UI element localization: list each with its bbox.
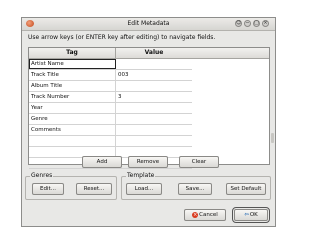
table-row[interactable]: Track Number 3 [29, 92, 192, 103]
clear-button[interactable]: Clear [179, 156, 219, 168]
tag-cell[interactable]: Track Title [29, 70, 116, 80]
tag-cell[interactable] [29, 136, 116, 146]
instructions-text: Use arrow keys (or ENTER key after editi… [28, 34, 216, 41]
tag-cell[interactable]: Track Number [29, 92, 116, 102]
table-row[interactable]: Album Title [29, 81, 192, 92]
remove-button[interactable]: Remove [128, 156, 168, 168]
value-cell[interactable] [116, 103, 192, 113]
value-cell[interactable] [116, 114, 192, 124]
genres-frame: Genres Edit... Reset... [25, 172, 117, 200]
tag-cell[interactable]: Album Title [29, 81, 116, 91]
table-header: Tag Value [29, 48, 269, 59]
tag-cell[interactable]: Genre [29, 114, 116, 124]
tag-cell[interactable]: Comments [29, 125, 116, 135]
value-cell[interactable] [116, 136, 192, 146]
title-bar: Edit Metadata ☺ − □ × [22, 18, 275, 31]
load-template-button[interactable]: Load... [126, 183, 162, 195]
table-row[interactable]: Comments [29, 125, 192, 136]
cancel-label: Cancel [199, 212, 218, 218]
template-label: Template [126, 172, 156, 179]
tag-cell[interactable]: Year [29, 103, 116, 113]
edit-metadata-dialog: Edit Metadata ☺ − □ × Use arrow keys (or… [21, 17, 276, 227]
cancel-button[interactable]: × Cancel [184, 209, 226, 221]
ok-button[interactable]: ⇦OK [232, 207, 270, 223]
table-row[interactable]: Genre [29, 114, 192, 125]
tag-cell[interactable]: Artist Name [29, 59, 116, 69]
ok-label: OK [249, 212, 258, 218]
table-row[interactable]: Track Title 003 [29, 70, 192, 81]
genres-label: Genres [30, 172, 54, 179]
value-cell[interactable]: 003 [116, 70, 192, 80]
close-icon[interactable]: × [262, 20, 269, 27]
value-cell[interactable] [116, 59, 192, 69]
tag-column-header[interactable]: Tag [29, 48, 116, 58]
table-row[interactable]: Year [29, 103, 192, 114]
minimize-icon[interactable]: − [244, 20, 251, 27]
reset-genres-button[interactable]: Reset... [76, 183, 112, 195]
table-row[interactable]: Artist Name [29, 59, 192, 70]
set-default-button[interactable]: Set Default [226, 183, 266, 195]
metadata-table: Tag Value Artist Name Track Title 003 Al… [28, 47, 270, 169]
cancel-icon: × [192, 211, 199, 218]
add-button[interactable]: Add [82, 156, 122, 168]
value-cell[interactable]: 3 [116, 92, 192, 102]
value-cell[interactable] [116, 81, 192, 91]
template-frame: Template Load... Save... Set Default [121, 172, 271, 200]
ok-icon: ⇦ [244, 212, 249, 218]
help-icon[interactable]: ☺ [235, 20, 242, 27]
save-template-button[interactable]: Save... [178, 183, 212, 195]
maximize-icon[interactable]: □ [253, 20, 260, 27]
table-row[interactable] [29, 136, 192, 147]
value-cell[interactable] [116, 125, 192, 135]
value-column-header[interactable]: Value [116, 48, 192, 58]
resize-handle[interactable] [271, 133, 274, 143]
edit-genres-button[interactable]: Edit... [32, 183, 64, 195]
